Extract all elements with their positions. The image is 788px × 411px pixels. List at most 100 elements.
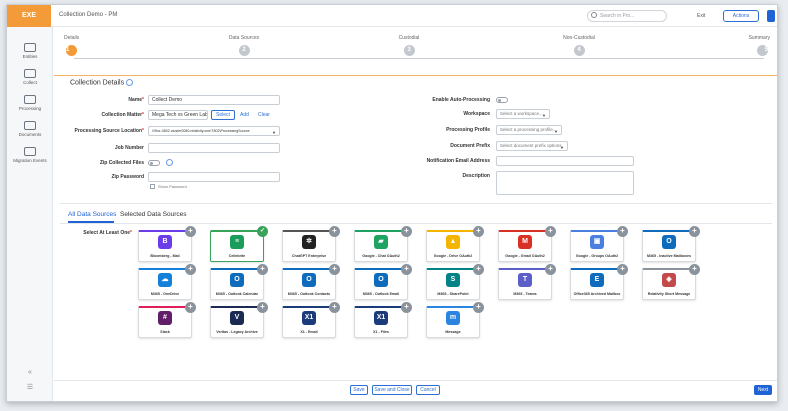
location-select[interactable]: \\Stor-0802.cluster0080.relativity.one\T… bbox=[148, 126, 280, 136]
data-source-card[interactable]: X1 X1 - Files + bbox=[354, 302, 412, 338]
search-input[interactable]: Search in Pro... bbox=[587, 10, 667, 22]
workspace-select[interactable]: Select a workspace... ▼ bbox=[496, 109, 550, 119]
data-source-card[interactable]: T M365 - Teams + bbox=[498, 264, 556, 300]
info-icon[interactable] bbox=[166, 159, 173, 166]
document-prefix-select[interactable]: Select document prefix options ▼ bbox=[496, 141, 568, 151]
add-icon[interactable]: + bbox=[329, 264, 340, 275]
data-source-card[interactable]: B Bloomberg - Mail + bbox=[138, 226, 196, 262]
data-source-card[interactable]: ☁ M365 - OneDrive + bbox=[138, 264, 196, 300]
add-icon[interactable]: + bbox=[185, 264, 196, 275]
add-icon[interactable]: + bbox=[617, 226, 628, 237]
step-label: Summary bbox=[748, 35, 770, 41]
matter-field[interactable]: Mega Tech vs Green Labs bbox=[148, 110, 208, 120]
menu-icon[interactable]: ☰ bbox=[7, 383, 53, 391]
add-icon[interactable]: + bbox=[617, 264, 628, 275]
data-source-label: M365 - SharePoint bbox=[437, 292, 469, 296]
data-source-card[interactable]: O M365 - Outlook Calendar + bbox=[210, 264, 268, 300]
tabs-divider bbox=[60, 223, 772, 224]
check-icon[interactable]: ✓ bbox=[257, 226, 268, 237]
add-icon[interactable]: + bbox=[257, 302, 268, 313]
add-icon[interactable]: + bbox=[329, 302, 340, 313]
add-icon[interactable]: + bbox=[401, 302, 412, 313]
data-source-card[interactable]: X1 X1 - Email + bbox=[282, 302, 340, 338]
help-button[interactable] bbox=[767, 10, 775, 22]
info-icon[interactable] bbox=[126, 79, 134, 86]
sidebar-item-label: Processing bbox=[18, 106, 42, 111]
data-source-card[interactable]: ≡ Cellebrite ✓ bbox=[210, 226, 268, 262]
add-icon[interactable]: + bbox=[257, 264, 268, 275]
actions-button[interactable]: Actions bbox=[723, 10, 759, 22]
data-source-logo-icon: X1 bbox=[374, 311, 388, 325]
data-source-card[interactable]: ▲ Google - Drive OAuth2 + bbox=[426, 226, 484, 262]
add-icon[interactable]: + bbox=[329, 226, 340, 237]
data-source-card[interactable]: # Slack + bbox=[138, 302, 196, 338]
collapse-icon[interactable]: « bbox=[7, 369, 53, 376]
processing-profile-placeholder: Select a processing profile... bbox=[500, 127, 557, 132]
step-non-custodial[interactable]: Non-Custodial 4 bbox=[554, 35, 604, 56]
data-source-card[interactable]: V Veritas - Legacy Archive + bbox=[210, 302, 268, 338]
data-source-card[interactable]: S M365 - SharePoint + bbox=[426, 264, 484, 300]
auto-processing-toggle[interactable] bbox=[496, 97, 508, 103]
data-source-logo-icon: B bbox=[158, 235, 172, 249]
save-button[interactable]: Save bbox=[350, 385, 368, 395]
add-icon[interactable]: + bbox=[185, 226, 196, 237]
data-source-card[interactable]: ▰ Google - Chat OAuth2 + bbox=[354, 226, 412, 262]
description-textarea[interactable] bbox=[496, 171, 634, 195]
data-source-card[interactable]: O M365 - Outlook Contacts + bbox=[282, 264, 340, 300]
notification-email-field[interactable] bbox=[496, 156, 634, 166]
step-data-sources[interactable]: Data Sources 2 bbox=[219, 35, 269, 56]
sidebar-item-collect[interactable]: Collect bbox=[7, 69, 53, 85]
sidebar-item-entities[interactable]: Entities bbox=[7, 43, 53, 59]
add-icon[interactable]: + bbox=[473, 302, 484, 313]
sidebar-item-documents[interactable]: Documents bbox=[7, 121, 53, 137]
add-icon[interactable]: + bbox=[473, 264, 484, 275]
document-prefix-label: Document Prefix bbox=[450, 143, 490, 149]
zip-files-toggle[interactable] bbox=[148, 160, 160, 166]
step-number: 3 bbox=[403, 45, 415, 56]
add-matter-link[interactable]: Add bbox=[240, 112, 249, 118]
data-source-label: X1 - Email bbox=[300, 330, 318, 334]
step-details[interactable]: Details 1 bbox=[64, 35, 88, 56]
data-source-logo-icon: ▲ bbox=[446, 235, 460, 249]
data-source-card[interactable]: ◈ Relativity Short Message + bbox=[642, 264, 700, 300]
add-icon[interactable]: + bbox=[473, 226, 484, 237]
step-number: 5 bbox=[757, 45, 768, 56]
data-source-card[interactable]: M Google - Gmail OAuth2 + bbox=[498, 226, 556, 262]
select-matter-button[interactable]: Select bbox=[211, 110, 235, 120]
data-source-logo-icon: O bbox=[662, 235, 676, 249]
data-source-card[interactable]: ▣ Google - Groups OAuth2 + bbox=[570, 226, 628, 262]
sidebar-item-processing[interactable]: Processing bbox=[7, 95, 53, 111]
add-icon[interactable]: + bbox=[545, 226, 556, 237]
add-icon[interactable]: + bbox=[689, 226, 700, 237]
add-icon[interactable]: + bbox=[689, 264, 700, 275]
cancel-button[interactable]: Cancel bbox=[416, 385, 440, 395]
name-field[interactable]: Collect Demo bbox=[148, 95, 280, 105]
step-summary[interactable]: Summary 5 bbox=[736, 35, 770, 56]
next-button[interactable]: Next bbox=[754, 385, 772, 395]
sidebar: Entities Collect Processing Documents Mi… bbox=[7, 27, 53, 401]
tab-selected-data-sources[interactable]: Selected Data Sources bbox=[120, 211, 186, 218]
data-source-card[interactable]: E Office365 Archived Mailbox + bbox=[570, 264, 628, 300]
data-source-label: Office365 Archived Mailbox bbox=[573, 292, 621, 296]
data-source-card[interactable]: m Message + bbox=[426, 302, 484, 338]
job-number-field[interactable] bbox=[148, 143, 280, 153]
data-source-logo-icon: ▣ bbox=[590, 235, 604, 249]
sidebar-item-migration[interactable]: Migration Events bbox=[7, 147, 53, 163]
data-source-card[interactable]: O M365 - Outlook Email + bbox=[354, 264, 412, 300]
show-password-checkbox[interactable] bbox=[150, 184, 155, 189]
data-source-card[interactable]: O M365 - Inactive Mailboxes + bbox=[642, 226, 700, 262]
add-icon[interactable]: + bbox=[401, 264, 412, 275]
location-value: \\Stor-0802.cluster0080.relativity.one\T… bbox=[152, 129, 250, 133]
add-icon[interactable]: + bbox=[545, 264, 556, 275]
tab-all-data-sources[interactable]: All Data Sources bbox=[68, 211, 116, 218]
clear-matter-link[interactable]: Clear bbox=[258, 112, 270, 118]
zip-password-field[interactable] bbox=[148, 172, 280, 182]
add-icon[interactable]: + bbox=[401, 226, 412, 237]
exit-link[interactable]: Exit bbox=[697, 13, 705, 19]
processing-profile-select[interactable]: Select a processing profile... ▼ bbox=[496, 125, 562, 135]
step-custodial[interactable]: Custodial 3 bbox=[389, 35, 429, 56]
location-label: Processing Source Location* bbox=[74, 128, 144, 134]
add-icon[interactable]: + bbox=[185, 302, 196, 313]
save-and-close-button[interactable]: Save and Close bbox=[372, 385, 412, 395]
data-source-card[interactable]: ✲ ChatGPT Enterprise + bbox=[282, 226, 340, 262]
